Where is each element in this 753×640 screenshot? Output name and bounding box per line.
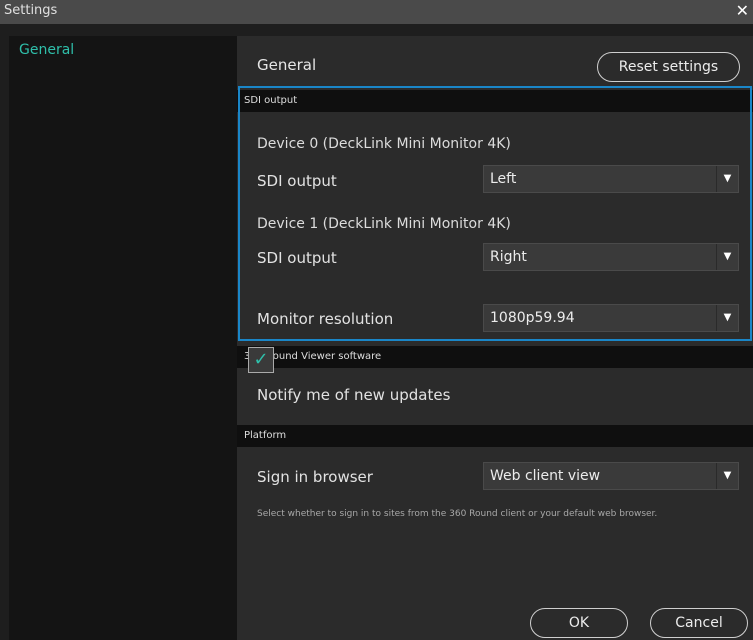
ok-button[interactable]: OK (530, 608, 628, 638)
chevron-down-icon[interactable]: ▼ (716, 463, 738, 489)
device-1-sdi-output-value: Right (490, 249, 527, 265)
monitor-resolution-select[interactable]: 1080p59.94 ▼ (483, 304, 739, 332)
sign-in-browser-hint: Select whether to sign in to sites from … (257, 509, 658, 519)
section-header-platform: Platform (237, 425, 753, 447)
device-0-sdi-output-value: Left (490, 171, 517, 187)
device-0-sdi-output-select[interactable]: Left ▼ (483, 165, 739, 193)
cancel-button[interactable]: Cancel (650, 608, 748, 638)
section-header-sdi-output: SDI output (237, 90, 753, 112)
monitor-resolution-value: 1080p59.94 (490, 310, 575, 326)
chevron-down-icon[interactable]: ▼ (716, 305, 738, 331)
device-1-sdi-output-label: SDI output (257, 249, 337, 267)
sign-in-browser-label: Sign in browser (257, 468, 373, 486)
sidebar: General (9, 36, 237, 640)
window-title: Settings (4, 3, 58, 18)
notify-updates-label: Notify me of new updates (257, 386, 451, 404)
check-icon: ✓ (253, 349, 269, 370)
sign-in-browser-value: Web client view (490, 468, 601, 484)
sidebar-item-general[interactable]: General (19, 42, 74, 58)
page-title: General (257, 56, 317, 74)
reset-settings-button[interactable]: Reset settings (597, 52, 740, 82)
chevron-down-icon[interactable]: ▼ (716, 244, 738, 270)
close-icon[interactable]: ✕ (736, 1, 749, 20)
sign-in-browser-select[interactable]: Web client view ▼ (483, 462, 739, 490)
monitor-resolution-label: Monitor resolution (257, 310, 394, 328)
section-header-viewer-software: 360 Round Viewer software (237, 346, 753, 368)
chevron-down-icon[interactable]: ▼ (716, 166, 738, 192)
device-0-sdi-output-label: SDI output (257, 172, 337, 190)
device-0-title: Device 0 (DeckLink Mini Monitor 4K) (257, 136, 511, 152)
title-bar: Settings ✕ (0, 0, 753, 24)
device-1-sdi-output-select[interactable]: Right ▼ (483, 243, 739, 271)
notify-updates-checkbox[interactable]: ✓ (248, 347, 274, 373)
device-1-title: Device 1 (DeckLink Mini Monitor 4K) (257, 216, 511, 232)
settings-panel: General Reset settings SDI output Device… (237, 36, 753, 640)
